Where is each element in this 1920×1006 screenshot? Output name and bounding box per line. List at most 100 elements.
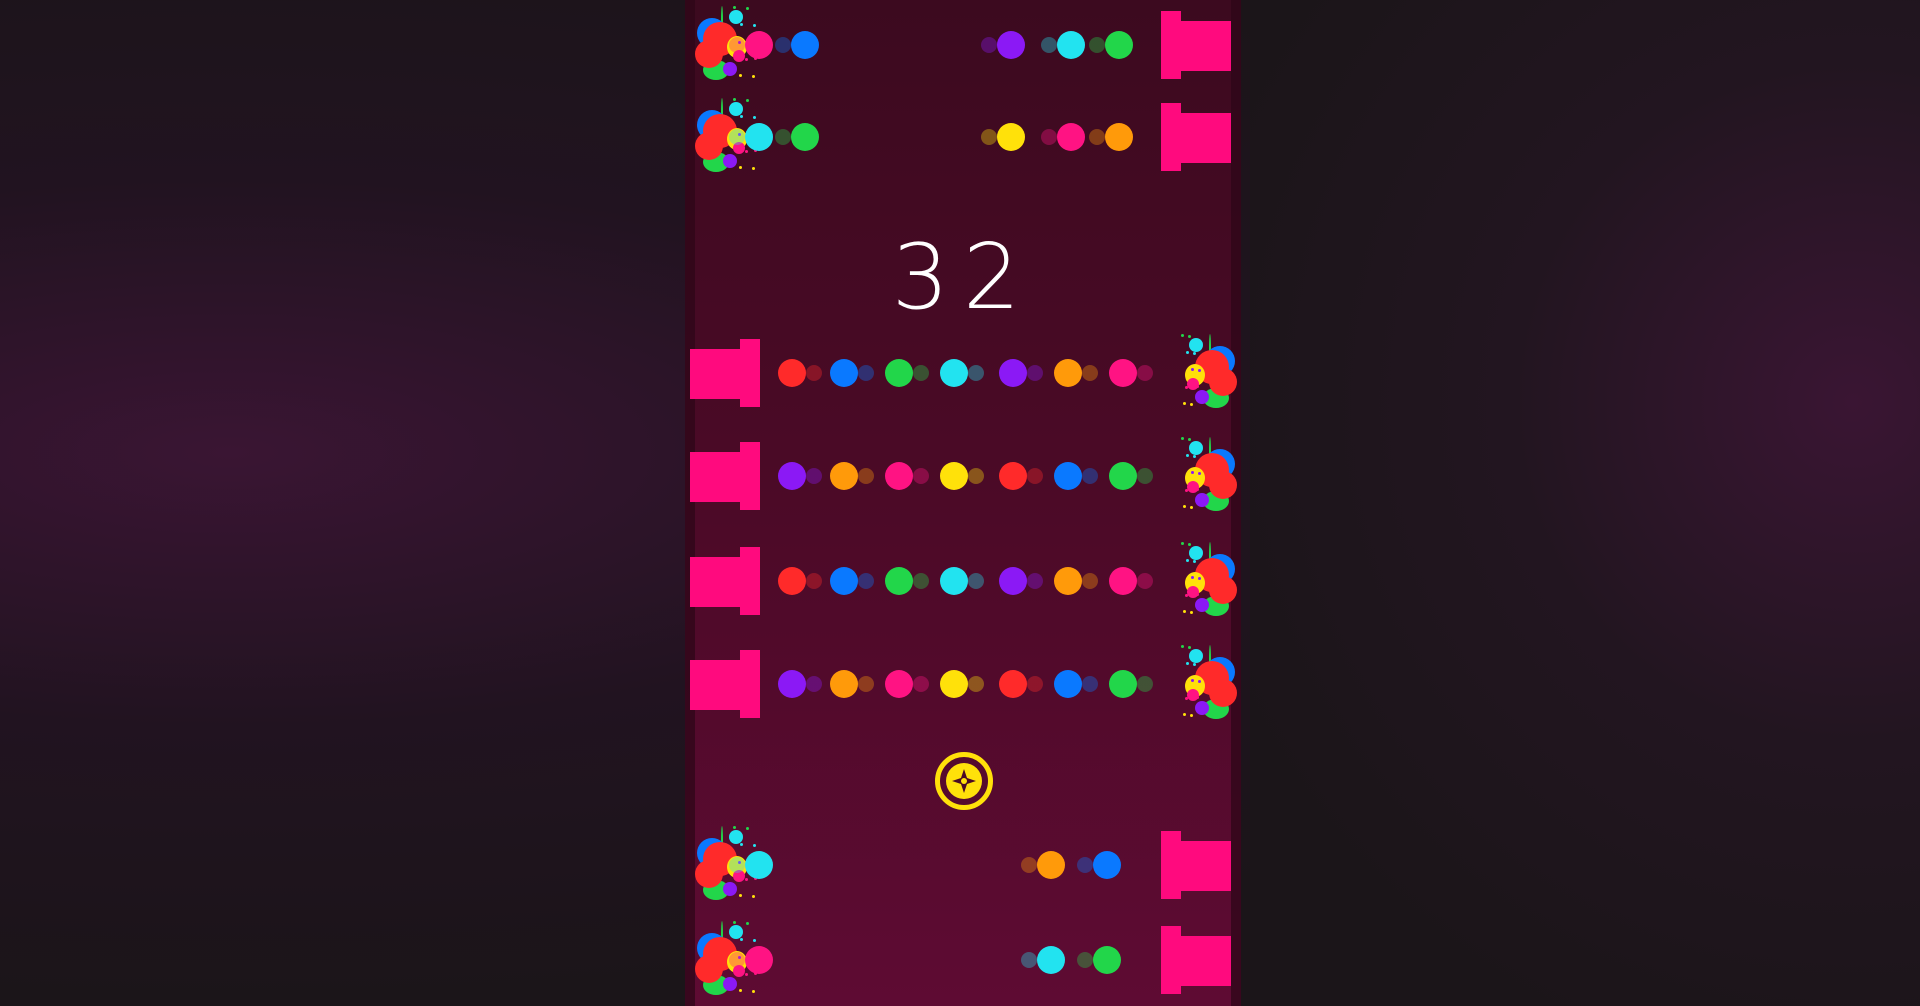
splat-speck bbox=[1191, 368, 1194, 371]
splat-speck bbox=[752, 167, 755, 170]
splat-blob bbox=[695, 132, 723, 160]
background-right bbox=[1250, 0, 1920, 1006]
cannon-left bbox=[690, 339, 760, 407]
cannon-barrel bbox=[1181, 113, 1231, 163]
ball-yellow bbox=[940, 670, 984, 698]
cannon-rim bbox=[1161, 11, 1181, 79]
ball-cyan bbox=[1021, 946, 1065, 974]
cannon-barrel bbox=[1181, 936, 1231, 986]
ball-cyan bbox=[940, 359, 984, 387]
ball-cyan bbox=[940, 567, 984, 595]
splat-blob bbox=[1195, 598, 1209, 612]
splat-speck bbox=[1186, 559, 1189, 562]
splat-speck bbox=[739, 894, 742, 897]
cannon-rim bbox=[740, 547, 760, 615]
ball-pink bbox=[1109, 567, 1153, 595]
ball-green bbox=[1089, 31, 1133, 59]
ball-trail bbox=[1137, 573, 1153, 589]
splat-speck bbox=[1191, 679, 1194, 682]
ball-trail bbox=[913, 365, 929, 381]
splat-blob bbox=[1189, 546, 1203, 560]
splat-speck bbox=[1183, 402, 1186, 405]
splat-speck bbox=[740, 23, 743, 26]
splat-speck bbox=[752, 75, 755, 78]
splat-speck bbox=[745, 150, 748, 153]
cannon-rim bbox=[1161, 103, 1181, 171]
splat-blob bbox=[1187, 481, 1199, 493]
splat-speck bbox=[1198, 577, 1201, 580]
splat-blob bbox=[723, 977, 737, 991]
ball-trail bbox=[913, 676, 929, 692]
cannon-barrel bbox=[1181, 841, 1231, 891]
ball-trail bbox=[806, 365, 822, 381]
splat-blob bbox=[1189, 649, 1203, 663]
splat-speck bbox=[1193, 560, 1196, 563]
ball-red bbox=[778, 359, 822, 387]
splat-speck bbox=[1188, 335, 1191, 338]
cannon-left bbox=[690, 650, 760, 718]
splat-speck bbox=[740, 938, 743, 941]
ball-cyan bbox=[729, 123, 773, 151]
ball-green bbox=[1077, 946, 1121, 974]
splat-speck bbox=[753, 844, 756, 847]
splat-speck bbox=[740, 843, 743, 846]
splat-speck bbox=[1188, 646, 1191, 649]
cannon-rim bbox=[1161, 926, 1181, 994]
splat-blob bbox=[1209, 679, 1237, 707]
paint-splat bbox=[1179, 431, 1239, 521]
ball-trail bbox=[1027, 365, 1043, 381]
game-play-area[interactable]: 32 bbox=[685, 0, 1241, 1006]
splat-speck bbox=[745, 973, 748, 976]
ball-blue bbox=[1054, 670, 1098, 698]
ball-trail bbox=[775, 129, 791, 145]
ball-trail bbox=[775, 37, 791, 53]
ball-blue bbox=[775, 31, 819, 59]
splat-blob bbox=[1187, 586, 1199, 598]
splat-speck bbox=[739, 989, 742, 992]
ball-green bbox=[775, 123, 819, 151]
splat-speck bbox=[1190, 611, 1193, 614]
ball-trail bbox=[858, 468, 874, 484]
ball-trail bbox=[1137, 468, 1153, 484]
splat-speck bbox=[740, 115, 743, 118]
ball-green bbox=[885, 359, 929, 387]
splat-blob bbox=[1195, 493, 1209, 507]
splat-blob bbox=[1195, 701, 1209, 715]
ball-trail bbox=[1082, 676, 1098, 692]
splat-speck bbox=[1198, 680, 1201, 683]
splat-speck bbox=[1193, 663, 1196, 666]
ball-purple bbox=[778, 462, 822, 490]
ball-blue bbox=[1054, 462, 1098, 490]
ball-trail bbox=[1089, 37, 1105, 53]
splat-speck bbox=[1181, 542, 1184, 545]
splat-speck bbox=[1183, 505, 1186, 508]
splat-speck bbox=[745, 878, 748, 881]
ball-trail bbox=[729, 129, 745, 145]
player-ball[interactable] bbox=[935, 752, 993, 810]
splat-blob bbox=[695, 955, 723, 983]
splat-blob bbox=[729, 10, 743, 24]
cannon-barrel bbox=[690, 660, 740, 710]
ball-yellow bbox=[981, 123, 1025, 151]
splat-blob bbox=[1209, 471, 1237, 499]
splat-speck bbox=[745, 58, 748, 61]
score-counter: 32 bbox=[891, 225, 1035, 330]
ball-red bbox=[778, 567, 822, 595]
ball-pink bbox=[885, 462, 929, 490]
cannon-rim bbox=[740, 650, 760, 718]
ball-trail bbox=[1041, 129, 1057, 145]
splat-blob bbox=[1209, 576, 1237, 604]
cannon-right bbox=[1161, 103, 1231, 171]
splat-speck bbox=[1188, 438, 1191, 441]
paint-splat bbox=[1179, 328, 1239, 418]
cannon-barrel bbox=[690, 557, 740, 607]
splat-speck bbox=[1193, 455, 1196, 458]
splat-speck bbox=[746, 7, 749, 10]
ball-pink bbox=[1041, 123, 1085, 151]
splat-speck bbox=[1196, 385, 1199, 388]
ball-trail bbox=[968, 573, 984, 589]
splat-blob bbox=[723, 882, 737, 896]
ball-trail bbox=[858, 573, 874, 589]
paint-splat bbox=[1179, 536, 1239, 626]
splat-speck bbox=[739, 166, 742, 169]
